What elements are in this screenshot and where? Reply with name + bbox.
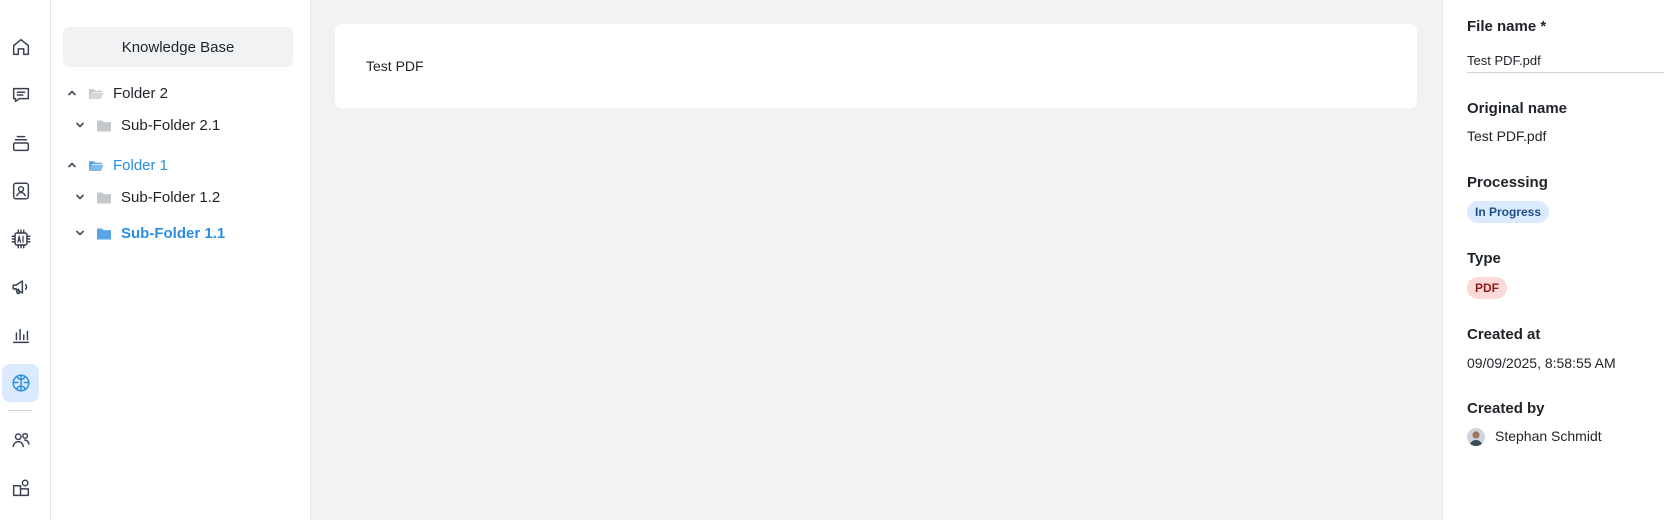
processing-label: Processing — [1467, 174, 1548, 191]
document-title: Test PDF — [366, 58, 424, 74]
nav-integrations[interactable] — [2, 469, 39, 507]
nav-contacts[interactable] — [2, 172, 39, 210]
tree-node-label: Sub-Folder 1.1 — [121, 224, 226, 242]
tree-node-label: Folder 2 — [113, 84, 169, 102]
nav-users[interactable] — [2, 421, 39, 459]
tree-node-label: Sub-Folder 1.2 — [121, 188, 221, 206]
nav-stack[interactable] — [2, 124, 39, 162]
nav-home[interactable] — [2, 28, 39, 66]
nav-analytics[interactable] — [2, 316, 39, 354]
megaphone-icon — [11, 280, 27, 295]
type-badge: PDF — [1467, 277, 1507, 299]
details-panel: File name * Original name Test PDF.pdf P… — [1442, 0, 1664, 520]
main-content: Test PDF — [311, 0, 1442, 520]
chat-icon — [12, 87, 29, 103]
rail-divider — [8, 410, 32, 411]
created-at-label: Created at — [1467, 326, 1541, 343]
bar-chart-icon — [12, 328, 29, 344]
nav-rail — [0, 0, 51, 520]
contact-icon — [12, 182, 29, 200]
stack-icon — [12, 135, 29, 152]
type-label: Type — [1467, 250, 1501, 267]
folder-open-icon — [88, 86, 106, 100]
chevron-up-icon[interactable] — [65, 86, 79, 100]
avatar — [1467, 428, 1485, 446]
created-by-value: Stephan Schmidt — [1495, 428, 1602, 444]
original-name-label: Original name — [1467, 100, 1568, 117]
nav-chats[interactable] — [2, 76, 39, 114]
processing-status-badge: In Progress — [1467, 201, 1550, 223]
folder-tree-panel: Knowledge Base Folder 2 Sub-Folder 2.1 F… — [51, 0, 311, 520]
folder-icon — [96, 118, 114, 132]
original-name-value: Test PDF.pdf — [1467, 128, 1547, 144]
tree-node-sub-folder-1-1[interactable]: Sub-Folder 1.1 — [73, 219, 225, 247]
nav-knowledge-base[interactable] — [2, 364, 39, 402]
tree-node-folder-1[interactable]: Folder 1 — [65, 151, 168, 179]
chevron-up-icon[interactable] — [65, 158, 79, 172]
chevron-down-icon[interactable] — [73, 226, 87, 240]
created-by-label: Created by — [1467, 400, 1545, 417]
integrations-icon — [12, 479, 29, 497]
file-name-field[interactable] — [1467, 48, 1664, 73]
knowledge-base-button[interactable]: Knowledge Base — [63, 27, 293, 67]
chevron-down-icon[interactable] — [73, 190, 87, 204]
brain-icon — [11, 374, 30, 392]
folder-icon — [96, 190, 114, 204]
users-icon — [11, 432, 30, 448]
home-icon — [12, 38, 29, 56]
tree-node-folder-2[interactable]: Folder 2 — [65, 79, 168, 107]
document-card[interactable]: Test PDF — [335, 24, 1417, 108]
tree-node-sub-folder-2-1[interactable]: Sub-Folder 2.1 — [73, 111, 220, 139]
nav-campaigns[interactable] — [2, 268, 39, 306]
tree-node-label: Folder 1 — [113, 156, 169, 174]
created-at-value: 09/09/2025, 8:58:55 AM — [1467, 355, 1616, 371]
ai-chip-icon — [11, 229, 30, 249]
chevron-down-icon[interactable] — [73, 118, 87, 132]
nav-ai[interactable] — [2, 220, 39, 258]
file-name-label: File name * — [1467, 18, 1547, 35]
folder-open-icon — [88, 158, 106, 172]
tree-node-sub-folder-1-2[interactable]: Sub-Folder 1.2 — [73, 183, 220, 211]
folder-icon — [96, 226, 114, 240]
tree-node-label: Sub-Folder 2.1 — [121, 116, 221, 134]
